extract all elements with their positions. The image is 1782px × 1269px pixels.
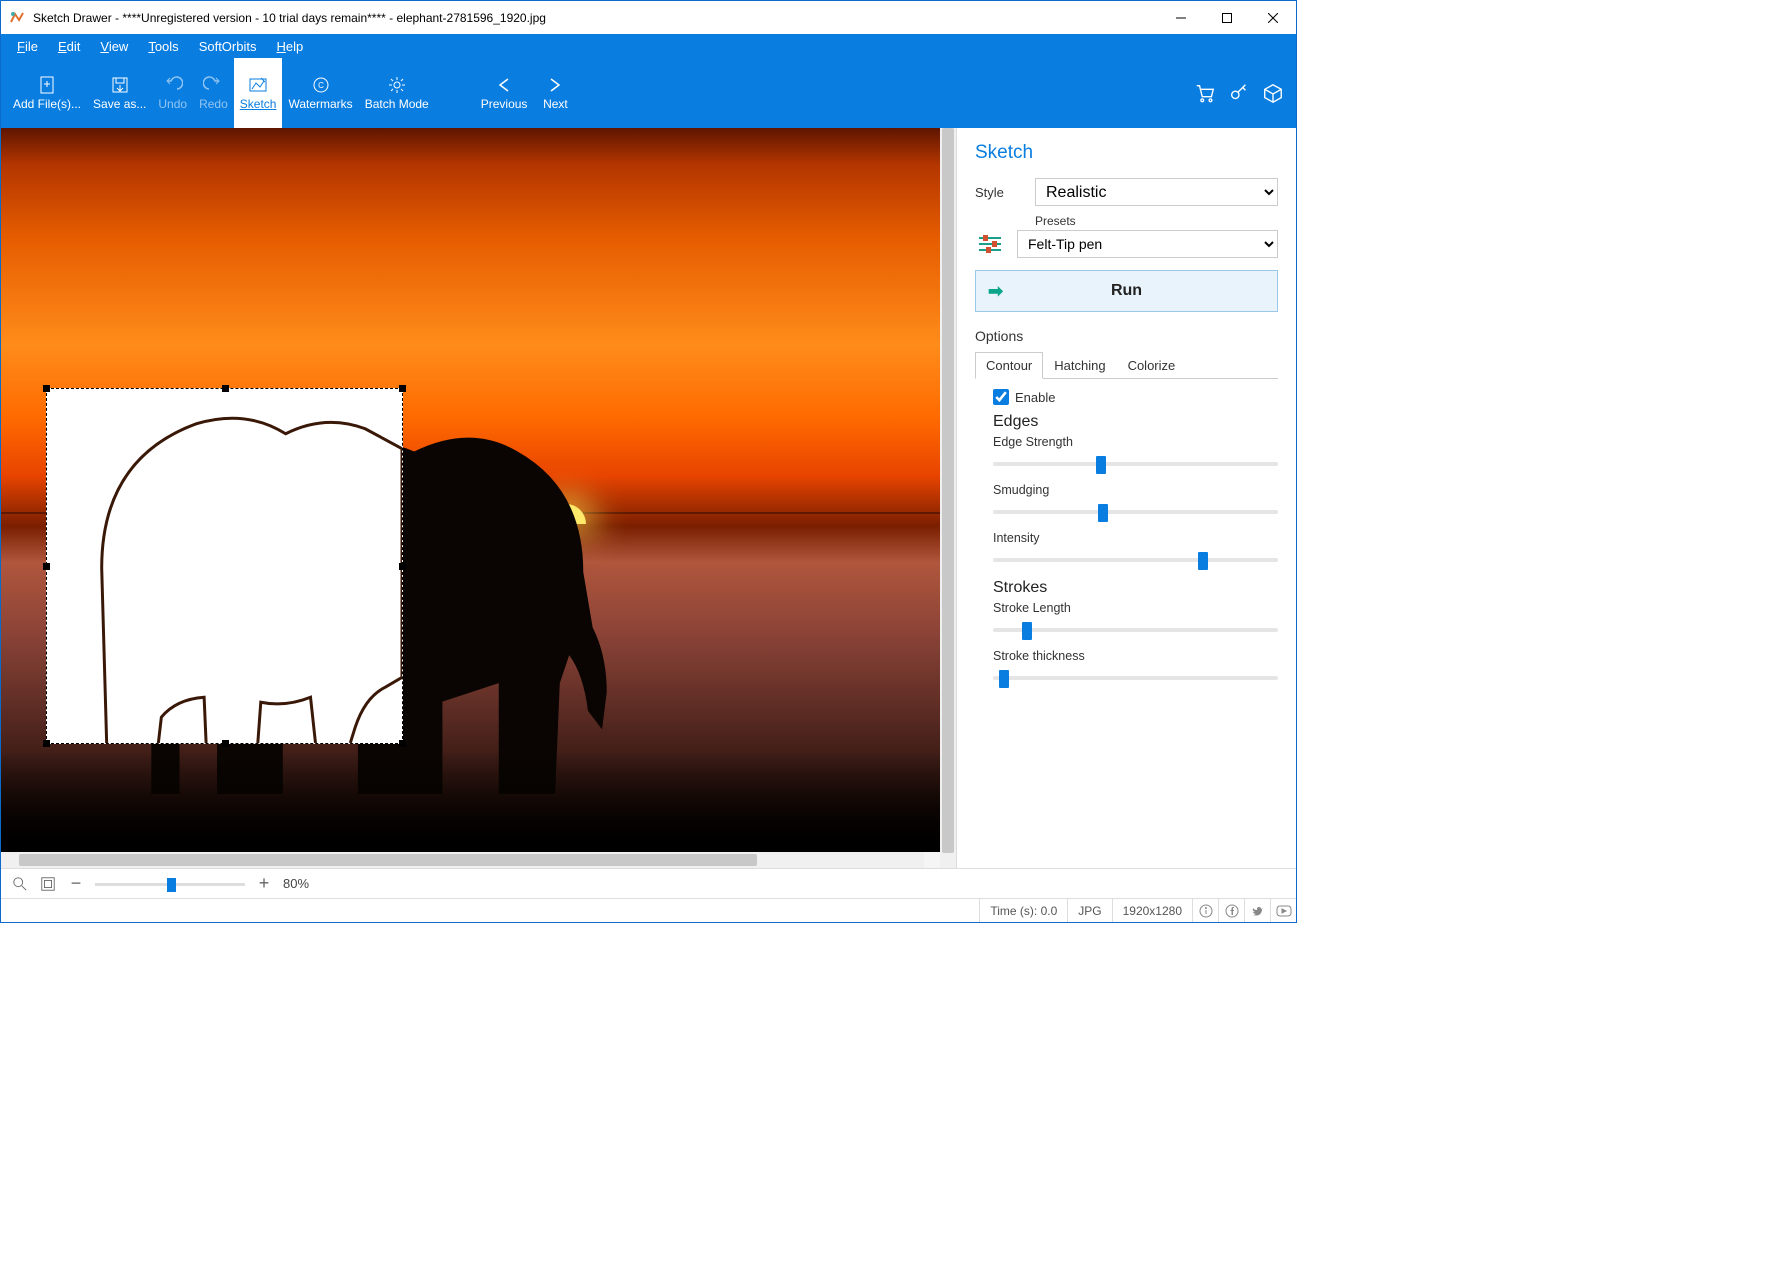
watermark-icon: C xyxy=(311,75,331,95)
horizontal-scrollbar[interactable] xyxy=(1,852,924,868)
save-as-button[interactable]: Save as... xyxy=(87,58,152,128)
youtube-icon[interactable] xyxy=(1270,899,1296,922)
enable-checkbox[interactable]: Enable xyxy=(993,389,1278,405)
zoom-actual-icon[interactable] xyxy=(11,875,29,893)
sliders-icon xyxy=(975,233,1005,255)
twitter-icon[interactable] xyxy=(1244,899,1270,922)
facebook-icon[interactable] xyxy=(1218,899,1244,922)
svg-text:C: C xyxy=(318,81,324,90)
gear-icon xyxy=(387,75,407,95)
smudging-label: Smudging xyxy=(993,483,1278,497)
run-arrow-icon: ➡ xyxy=(988,281,1003,302)
stroke-thickness-label: Stroke thickness xyxy=(993,649,1278,663)
previous-button[interactable]: Previous xyxy=(475,58,534,128)
menu-edit[interactable]: Edit xyxy=(48,37,90,56)
titlebar: Sketch Drawer - ****Unregistered version… xyxy=(1,1,1296,34)
edges-heading: Edges xyxy=(993,413,1278,431)
package-button[interactable] xyxy=(1256,58,1290,128)
tab-contour[interactable]: Contour xyxy=(975,352,1043,379)
options-tabs: Contour Hatching Colorize xyxy=(975,352,1278,379)
menu-help[interactable]: Help xyxy=(266,37,313,56)
app-icon xyxy=(9,10,25,26)
menu-file[interactable]: File xyxy=(7,37,48,56)
intensity-label: Intensity xyxy=(993,531,1278,545)
sketch-preview xyxy=(47,389,402,743)
batch-mode-button[interactable]: Batch Mode xyxy=(359,58,435,128)
add-files-button[interactable]: Add File(s)... xyxy=(7,58,87,128)
menubar: File Edit View Tools SoftOrbits Help xyxy=(1,34,1296,58)
zoom-bar: − + 80% xyxy=(1,868,1296,898)
add-file-icon xyxy=(37,75,57,95)
stroke-length-label: Stroke Length xyxy=(993,601,1278,615)
status-time: Time (s): 0.0 xyxy=(979,899,1067,922)
watermarks-button[interactable]: C Watermarks xyxy=(282,58,358,128)
close-button[interactable] xyxy=(1250,1,1296,34)
info-icon[interactable] xyxy=(1192,899,1218,922)
key-button[interactable] xyxy=(1222,58,1256,128)
status-dimensions: 1920x1280 xyxy=(1112,899,1192,922)
style-label: Style xyxy=(975,185,1023,200)
undo-button[interactable]: Undo xyxy=(152,58,193,128)
toolbar: Add File(s)... Save as... Undo Redo Sket… xyxy=(1,58,1296,128)
panel-title: Sketch xyxy=(975,142,1278,164)
window-title: Sketch Drawer - ****Unregistered version… xyxy=(33,11,1158,25)
redo-icon xyxy=(203,75,223,95)
sketch-panel: Sketch Style Realistic Presets Felt-Tip … xyxy=(956,128,1296,868)
zoom-fit-icon[interactable] xyxy=(39,875,57,893)
next-button[interactable]: Next xyxy=(533,58,577,128)
options-label: Options xyxy=(975,328,1278,344)
vertical-scrollbar[interactable] xyxy=(940,128,956,868)
menu-softorbits[interactable]: SoftOrbits xyxy=(189,37,267,56)
zoom-percent: 80% xyxy=(283,876,309,891)
run-button[interactable]: ➡ Run xyxy=(975,270,1278,312)
cart-button[interactable] xyxy=(1188,58,1222,128)
canvas-area[interactable] xyxy=(1,128,940,868)
minimize-button[interactable] xyxy=(1158,1,1204,34)
style-select[interactable]: Realistic xyxy=(1035,178,1278,206)
strokes-heading: Strokes xyxy=(993,579,1278,597)
redo-button[interactable]: Redo xyxy=(193,58,234,128)
stroke-thickness-slider[interactable] xyxy=(993,667,1278,687)
smudging-slider[interactable] xyxy=(993,501,1278,521)
zoom-slider[interactable] xyxy=(95,875,245,893)
status-bar: Time (s): 0.0 JPG 1920x1280 xyxy=(1,898,1296,922)
menu-tools[interactable]: Tools xyxy=(138,37,188,56)
edge-strength-label: Edge Strength xyxy=(993,435,1278,449)
tab-colorize[interactable]: Colorize xyxy=(1117,352,1187,379)
save-icon xyxy=(110,75,130,95)
undo-icon xyxy=(163,75,183,95)
sketch-icon xyxy=(248,75,268,95)
selection-rectangle[interactable] xyxy=(46,388,403,744)
edge-strength-slider[interactable] xyxy=(993,453,1278,473)
arrow-right-icon xyxy=(545,75,565,95)
preset-select[interactable]: Felt-Tip pen xyxy=(1017,230,1278,258)
intensity-slider[interactable] xyxy=(993,549,1278,569)
presets-label: Presets xyxy=(1035,214,1278,228)
arrow-left-icon xyxy=(494,75,514,95)
maximize-button[interactable] xyxy=(1204,1,1250,34)
menu-view[interactable]: View xyxy=(90,37,138,56)
zoom-out-button[interactable]: − xyxy=(67,875,85,893)
tab-hatching[interactable]: Hatching xyxy=(1043,352,1116,379)
stroke-length-slider[interactable] xyxy=(993,619,1278,639)
sketch-tool-button[interactable]: Sketch xyxy=(234,58,283,128)
status-format: JPG xyxy=(1067,899,1111,922)
zoom-in-button[interactable]: + xyxy=(255,875,273,893)
image-canvas[interactable] xyxy=(1,128,940,852)
